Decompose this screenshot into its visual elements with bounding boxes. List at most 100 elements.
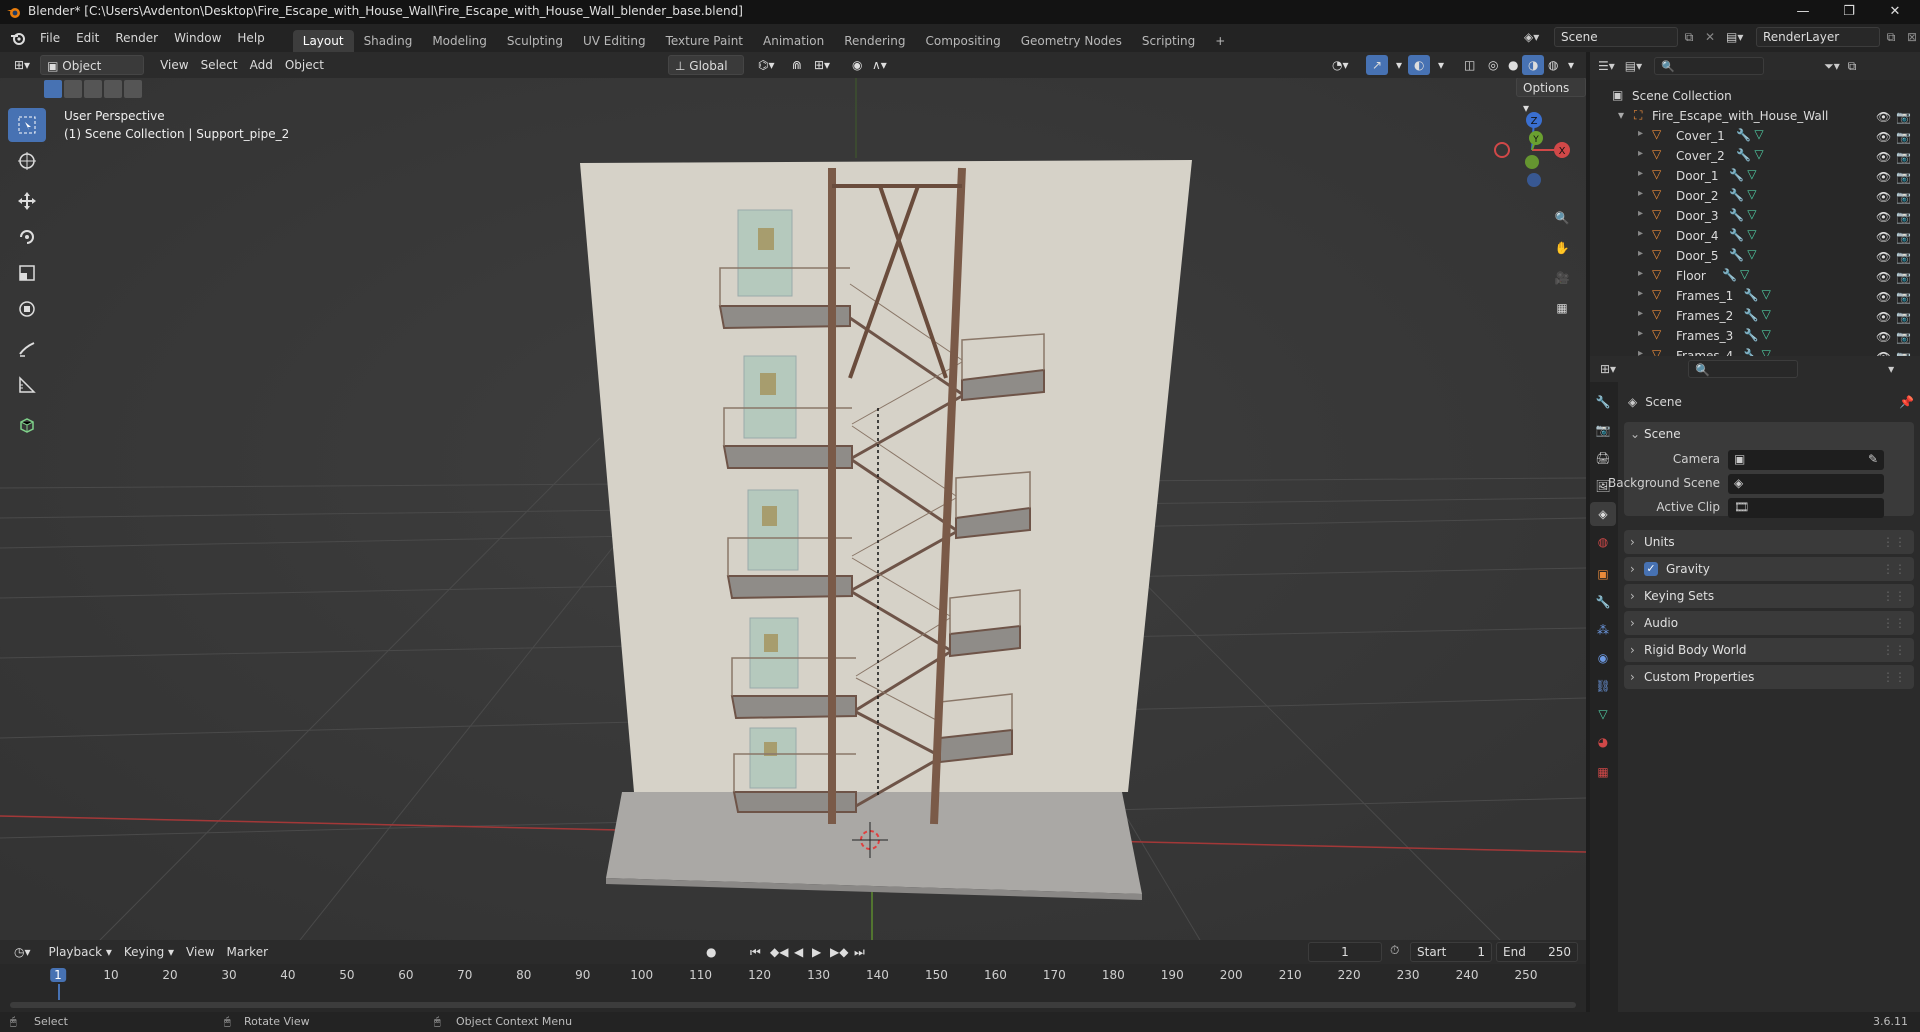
mesh-data-icon[interactable]: ▽ (1754, 147, 1763, 161)
outliner-row-cover-2[interactable]: ▸ ▽ Cover_2 🔧 ▽ 👁 📷 (1590, 146, 1920, 166)
drag-handle-icon[interactable]: ⋮⋮ (1882, 530, 1906, 554)
overlay-dropdown-icon[interactable]: ▾ (1432, 55, 1450, 75)
expand-toggle-icon[interactable]: ▸ (1638, 188, 1643, 199)
mode-selector[interactable]: ▣ Object Mode ▾ (40, 55, 145, 93)
units-panel-header[interactable]: › Units ⋮⋮ (1624, 530, 1914, 554)
shading-dropdown-icon[interactable]: ▾ (1562, 55, 1580, 75)
scale-tool-icon[interactable] (8, 256, 46, 290)
render-camera-icon[interactable]: 📷 (1896, 190, 1911, 204)
expand-toggle-icon[interactable]: ▸ (1638, 168, 1643, 179)
drag-handle-icon[interactable]: ⋮⋮ (1882, 611, 1906, 635)
current-frame-field[interactable]: 1 (1308, 942, 1382, 962)
visibility-eye-icon[interactable]: 👁 (1876, 110, 1891, 124)
display-mode-icon[interactable]: ▤▾ (1625, 59, 1642, 73)
texture-tab-icon[interactable]: ▦ (1590, 760, 1616, 784)
camera-view-icon[interactable]: 🎥 (1548, 264, 1576, 292)
measure-tool-icon[interactable] (8, 368, 46, 402)
tab-uv-editing[interactable]: UV Editing (573, 30, 656, 52)
tab-sculpting[interactable]: Sculpting (497, 30, 573, 52)
expand-toggle-icon[interactable]: ▸ (1638, 128, 1643, 139)
gravity-panel[interactable]: › ✓ Gravity ⋮⋮ (1624, 557, 1914, 581)
timeline-view-menu[interactable]: View (180, 942, 220, 962)
mesh-data-icon[interactable]: ▽ (1754, 127, 1763, 141)
select-extend-icon[interactable] (64, 80, 82, 98)
material-tab-icon[interactable]: ◕ (1590, 730, 1616, 754)
custom-properties-panel[interactable]: › Custom Properties ⋮⋮ (1624, 665, 1914, 689)
eyedropper-icon[interactable]: ✎ (1868, 452, 1878, 466)
drag-handle-icon[interactable]: ⋮⋮ (1882, 638, 1906, 662)
visibility-eye-icon[interactable]: 👁 (1876, 310, 1891, 324)
mesh-data-icon[interactable]: ▽ (1747, 187, 1756, 201)
mesh-data-icon[interactable]: ▽ (1762, 307, 1771, 321)
expand-toggle-icon[interactable]: ▸ (1638, 228, 1643, 239)
move-tool-icon[interactable] (8, 184, 46, 218)
outliner-search-input[interactable]: 🔍 (1654, 57, 1765, 75)
render-camera-icon[interactable]: 📷 (1896, 250, 1911, 264)
tab-compositing[interactable]: Compositing (915, 30, 1010, 52)
menu-window[interactable]: Window (166, 27, 229, 49)
audio-panel-header[interactable]: › Audio ⋮⋮ (1624, 611, 1914, 635)
gizmo-toggle-icon[interactable]: ↗ (1366, 55, 1389, 75)
keying-sets-panel-header[interactable]: › Keying Sets ⋮⋮ (1624, 584, 1914, 608)
editor-type-icon[interactable]: ⊞▾ (8, 55, 36, 75)
select-subtract-icon[interactable] (84, 80, 102, 98)
physics-tab-icon[interactable]: ◉ (1590, 646, 1616, 670)
modifier-wrench-icon[interactable]: 🔧 (1736, 128, 1751, 142)
particles-tab-icon[interactable]: ⁂ (1590, 618, 1616, 642)
render-camera-icon[interactable]: 📷 (1896, 130, 1911, 144)
select-menu[interactable]: Select (195, 55, 244, 75)
visibility-eye-icon[interactable]: 👁 (1876, 270, 1891, 284)
object-tab-icon[interactable]: ▣ (1590, 562, 1616, 586)
outliner-row-frames-1[interactable]: ▸ ▽ Frames_1 🔧 ▽ 👁 📷 (1590, 286, 1920, 306)
outliner-row-cover-1[interactable]: ▸ ▽ Cover_1 🔧 ▽ 👁 📷 (1590, 126, 1920, 146)
outliner-row-door-4[interactable]: ▸ ▽ Door_4 🔧 ▽ 👁 📷 (1590, 226, 1920, 246)
mesh-data-icon[interactable]: ▽ (1747, 227, 1756, 241)
properties-editor-type-icon[interactable]: ⊞▾ (1600, 362, 1616, 376)
expand-toggle-icon[interactable]: ▸ (1638, 268, 1643, 279)
playback-menu[interactable]: Playback ▾ (43, 942, 118, 962)
add-workspace-icon[interactable]: + (1205, 30, 1235, 52)
render-tab-icon[interactable]: 📷 (1590, 418, 1616, 442)
render-camera-icon[interactable]: 📷 (1896, 270, 1911, 284)
snap-target-icon[interactable]: ⊞▾ (808, 55, 836, 75)
custom-properties-panel-header[interactable]: › Custom Properties ⋮⋮ (1624, 665, 1914, 689)
cursor-tool-icon[interactable] (8, 144, 46, 178)
outliner-row-frames-2[interactable]: ▸ ▽ Frames_2 🔧 ▽ 👁 📷 (1590, 306, 1920, 326)
render-camera-icon[interactable]: 📷 (1896, 330, 1911, 344)
scene-panel-header[interactable]: ⌄ Scene (1624, 422, 1914, 446)
mesh-data-icon[interactable]: ▽ (1740, 267, 1749, 281)
object-menu[interactable]: Object (279, 55, 330, 75)
properties-options-icon[interactable]: ▾ (1888, 362, 1894, 376)
annotate-tool-icon[interactable] (8, 332, 46, 366)
world-tab-icon[interactable]: ◍ (1590, 530, 1616, 554)
3d-viewport[interactable]: User Perspective (1) Scene Collection | … (0, 78, 1586, 940)
expand-toggle-icon[interactable]: ▸ (1638, 328, 1643, 339)
select-invert-icon[interactable] (104, 80, 122, 98)
scene-selector[interactable]: Scene (1554, 27, 1678, 47)
modifier-wrench-icon[interactable]: 🔧 (1722, 268, 1737, 282)
visibility-icon[interactable]: ◔▾ (1326, 55, 1355, 75)
modifier-wrench-icon[interactable]: 🔧 (1729, 248, 1744, 262)
gravity-checkbox[interactable]: ✓ (1644, 562, 1658, 576)
add-menu[interactable]: Add (244, 55, 279, 75)
floor-slab[interactable] (606, 792, 1142, 894)
mesh-data-icon[interactable]: ▽ (1747, 167, 1756, 181)
pan-hand-icon[interactable]: ✋ (1548, 234, 1576, 262)
modifier-wrench-icon[interactable]: 🔧 (1729, 228, 1744, 242)
outliner-row-door-5[interactable]: ▸ ▽ Door_5 🔧 ▽ 👁 📷 (1590, 246, 1920, 266)
gizmo-neg-x-icon[interactable] (1494, 142, 1510, 158)
menu-file[interactable]: File (32, 27, 68, 49)
visibility-eye-icon[interactable]: 👁 (1876, 210, 1891, 224)
visibility-eye-icon[interactable]: 👁 (1876, 150, 1891, 164)
scene-icon[interactable]: ◈▾ (1524, 30, 1554, 44)
tab-animation[interactable]: Animation (753, 30, 834, 52)
tool-tab-icon[interactable]: 🔧 (1590, 390, 1616, 414)
expand-toggle-icon[interactable]: ▸ (1638, 248, 1643, 259)
expand-toggle-icon[interactable]: ▸ (1638, 148, 1643, 159)
expand-toggle-icon[interactable]: ▾ (1618, 108, 1624, 122)
jump-end-icon[interactable]: ⏭ (848, 942, 871, 962)
menu-edit[interactable]: Edit (68, 27, 107, 49)
view-layer-icon[interactable]: ▤▾ (1726, 30, 1756, 44)
render-camera-icon[interactable]: 📷 (1896, 170, 1911, 184)
render-camera-icon[interactable]: 📷 (1896, 290, 1911, 304)
